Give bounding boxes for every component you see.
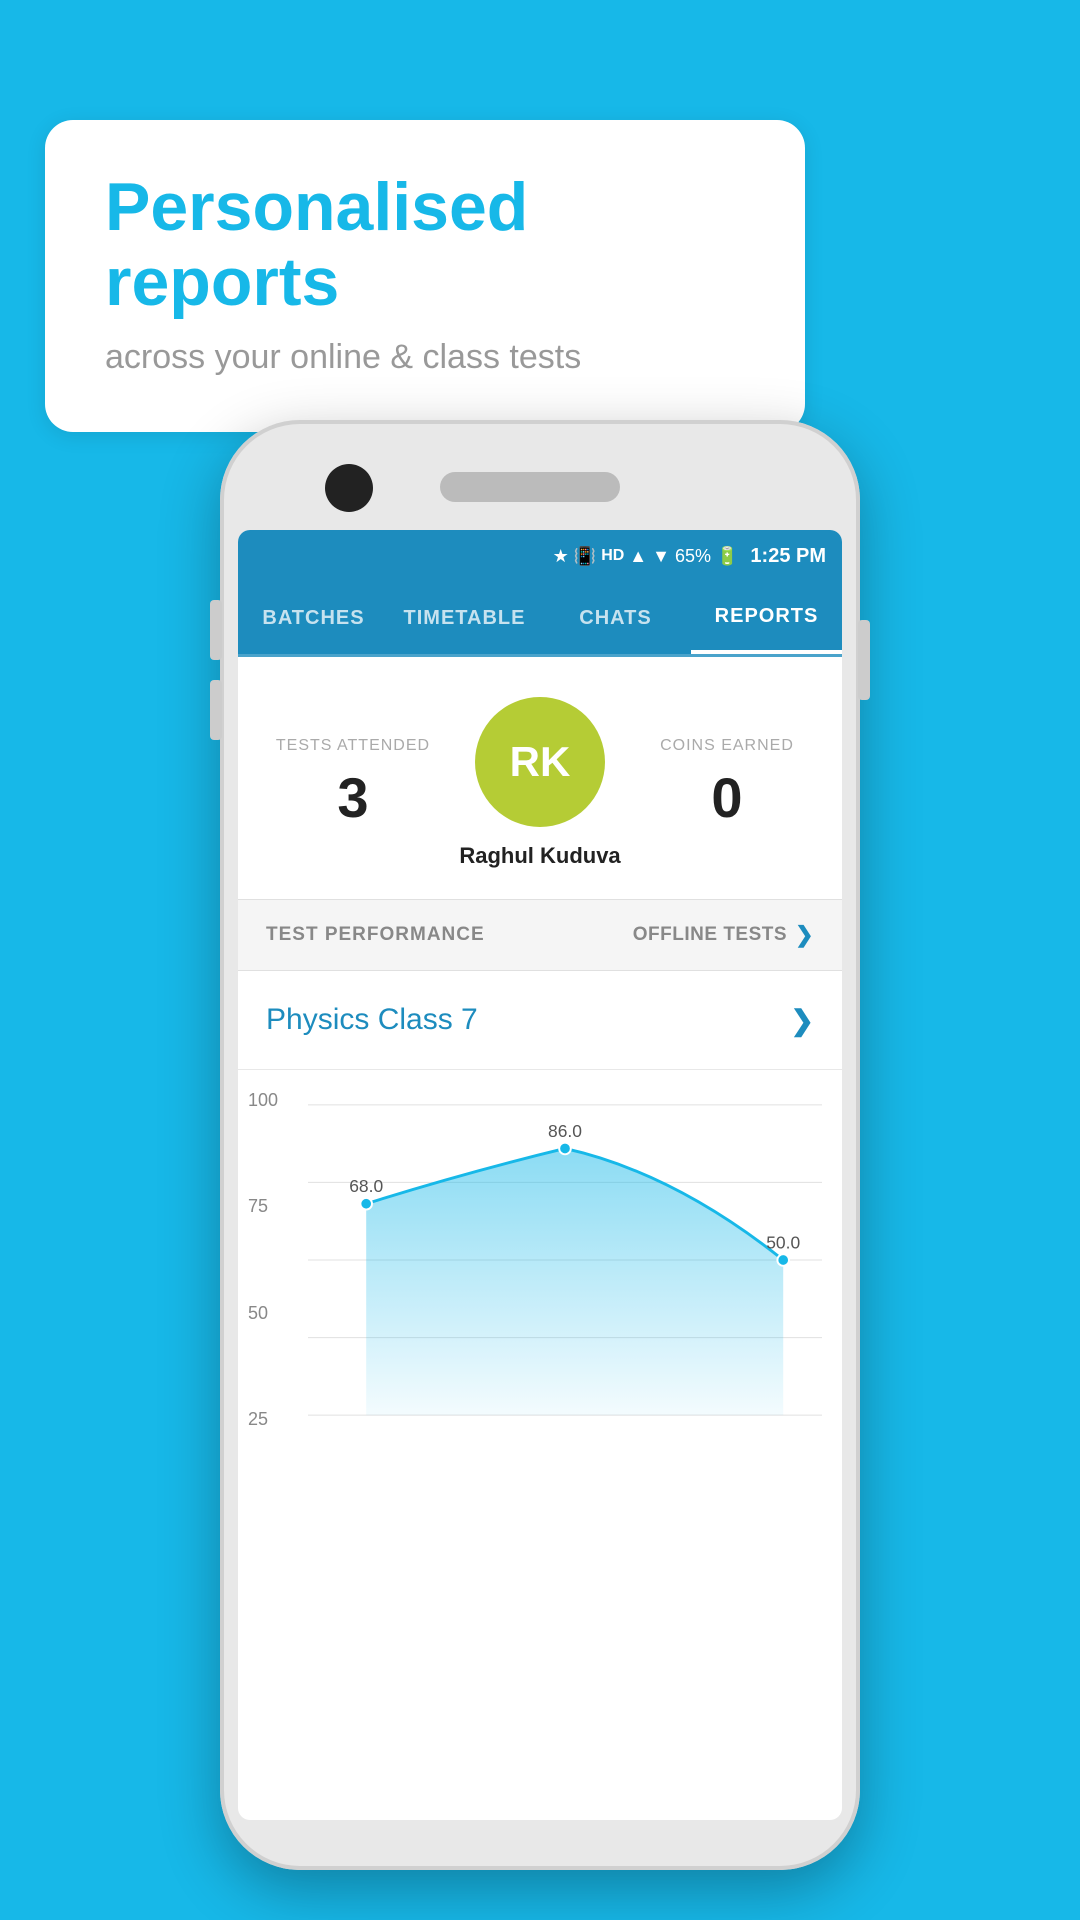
avatar: RK (475, 697, 605, 827)
hd-icon: HD (601, 547, 624, 565)
class-row[interactable]: Physics Class 7 ❯ (238, 971, 842, 1070)
phone-power-button (858, 620, 870, 700)
battery-percent: 65% (675, 546, 711, 567)
vibrate-icon: 📳 (574, 546, 596, 567)
coins-earned-block: COINS EARNED 0 (642, 737, 812, 830)
y-label-50: 50 (248, 1303, 278, 1324)
offline-tests-label: OFFLINE TESTS (633, 924, 787, 946)
battery-icon: 🔋 (716, 546, 738, 567)
svg-text:50.0: 50.0 (766, 1232, 800, 1252)
chart-area: 68.0 86.0 50.0 (308, 1090, 822, 1430)
speech-bubble: Personalised reports across your online … (45, 120, 805, 432)
status-bar: ★ 📳 HD ▲ ▼ 65% 🔋 1:25 PM (238, 530, 842, 582)
class-name: Physics Class 7 (266, 1003, 478, 1037)
signal-icon: ▼ (652, 546, 670, 567)
performance-header: TEST PERFORMANCE OFFLINE TESTS ❯ (238, 900, 842, 971)
status-bar-time: 1:25 PM (750, 545, 826, 568)
phone-camera (325, 464, 373, 512)
svg-text:86.0: 86.0 (548, 1121, 582, 1141)
svg-text:68.0: 68.0 (349, 1176, 383, 1196)
tab-reports[interactable]: REPORTS (691, 582, 842, 654)
tab-timetable[interactable]: TIMETABLE (389, 582, 540, 654)
profile-section: TESTS ATTENDED 3 RK Raghul Kuduva COINS … (238, 657, 842, 900)
status-bar-icons: ★ 📳 HD ▲ ▼ 65% 🔋 (553, 546, 739, 567)
chevron-down-icon: ❯ (795, 922, 814, 948)
wifi-icon: ▲ (629, 546, 647, 567)
y-label-25: 25 (248, 1409, 278, 1430)
chart-container: 100 75 50 25 (238, 1070, 842, 1450)
offline-tests-dropdown[interactable]: OFFLINE TESTS ❯ (633, 922, 814, 948)
y-label-75: 75 (248, 1196, 278, 1217)
arrow-right-icon: ❯ (791, 1004, 814, 1037)
avatar-block: RK Raghul Kuduva (438, 697, 642, 869)
phone-screen: ★ 📳 HD ▲ ▼ 65% 🔋 1:25 PM BATCHES TIMETAB… (238, 530, 842, 1820)
coins-earned-label: COINS EARNED (642, 737, 812, 755)
performance-label: TEST PERFORMANCE (266, 924, 485, 946)
phone-volume-up-button (210, 600, 222, 660)
nav-tabs: BATCHES TIMETABLE CHATS REPORTS (238, 582, 842, 657)
chart-y-labels: 100 75 50 25 (248, 1090, 278, 1430)
avatar-initials: RK (510, 738, 571, 786)
bubble-title: Personalised reports (105, 170, 745, 320)
phone-body: ★ 📳 HD ▲ ▼ 65% 🔋 1:25 PM BATCHES TIMETAB… (220, 420, 860, 1870)
chart-svg: 68.0 86.0 50.0 (308, 1090, 822, 1430)
phone-device: ★ 📳 HD ▲ ▼ 65% 🔋 1:25 PM BATCHES TIMETAB… (220, 420, 860, 1870)
tab-chats[interactable]: CHATS (540, 582, 691, 654)
tests-attended-block: TESTS ATTENDED 3 (268, 737, 438, 830)
tests-attended-value: 3 (268, 765, 438, 830)
coins-earned-value: 0 (642, 765, 812, 830)
phone-volume-down-button (210, 680, 222, 740)
avatar-name: Raghul Kuduva (459, 843, 620, 869)
tests-attended-label: TESTS ATTENDED (268, 737, 438, 755)
bluetooth-icon: ★ (553, 546, 569, 567)
bubble-subtitle: across your online & class tests (105, 338, 745, 377)
phone-speaker (440, 472, 620, 502)
tab-batches[interactable]: BATCHES (238, 582, 389, 654)
y-label-100: 100 (248, 1090, 278, 1111)
